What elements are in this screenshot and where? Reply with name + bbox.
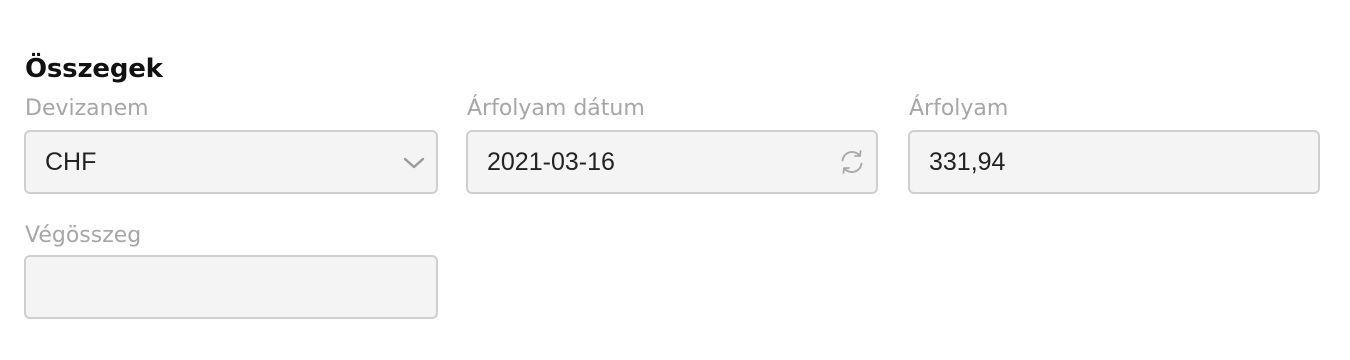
rate-date-label: Árfolyam dátum (467, 96, 645, 121)
currency-value: CHF (45, 148, 97, 176)
rate-date-value: 2021-03-16 (487, 148, 615, 176)
refresh-icon[interactable] (838, 148, 866, 176)
currency-label: Devizanem (25, 96, 149, 121)
total-input[interactable] (24, 255, 438, 319)
total-label: Végösszeg (25, 223, 142, 248)
rate-date-field[interactable]: 2021-03-16 (466, 130, 878, 194)
currency-select[interactable]: CHF (24, 130, 438, 194)
rate-label: Árfolyam (909, 96, 1009, 121)
rate-input[interactable]: 331,94 (908, 130, 1320, 194)
chevron-down-icon (403, 157, 425, 169)
section-title: Összegek (25, 54, 163, 84)
rate-value: 331,94 (929, 148, 1006, 176)
